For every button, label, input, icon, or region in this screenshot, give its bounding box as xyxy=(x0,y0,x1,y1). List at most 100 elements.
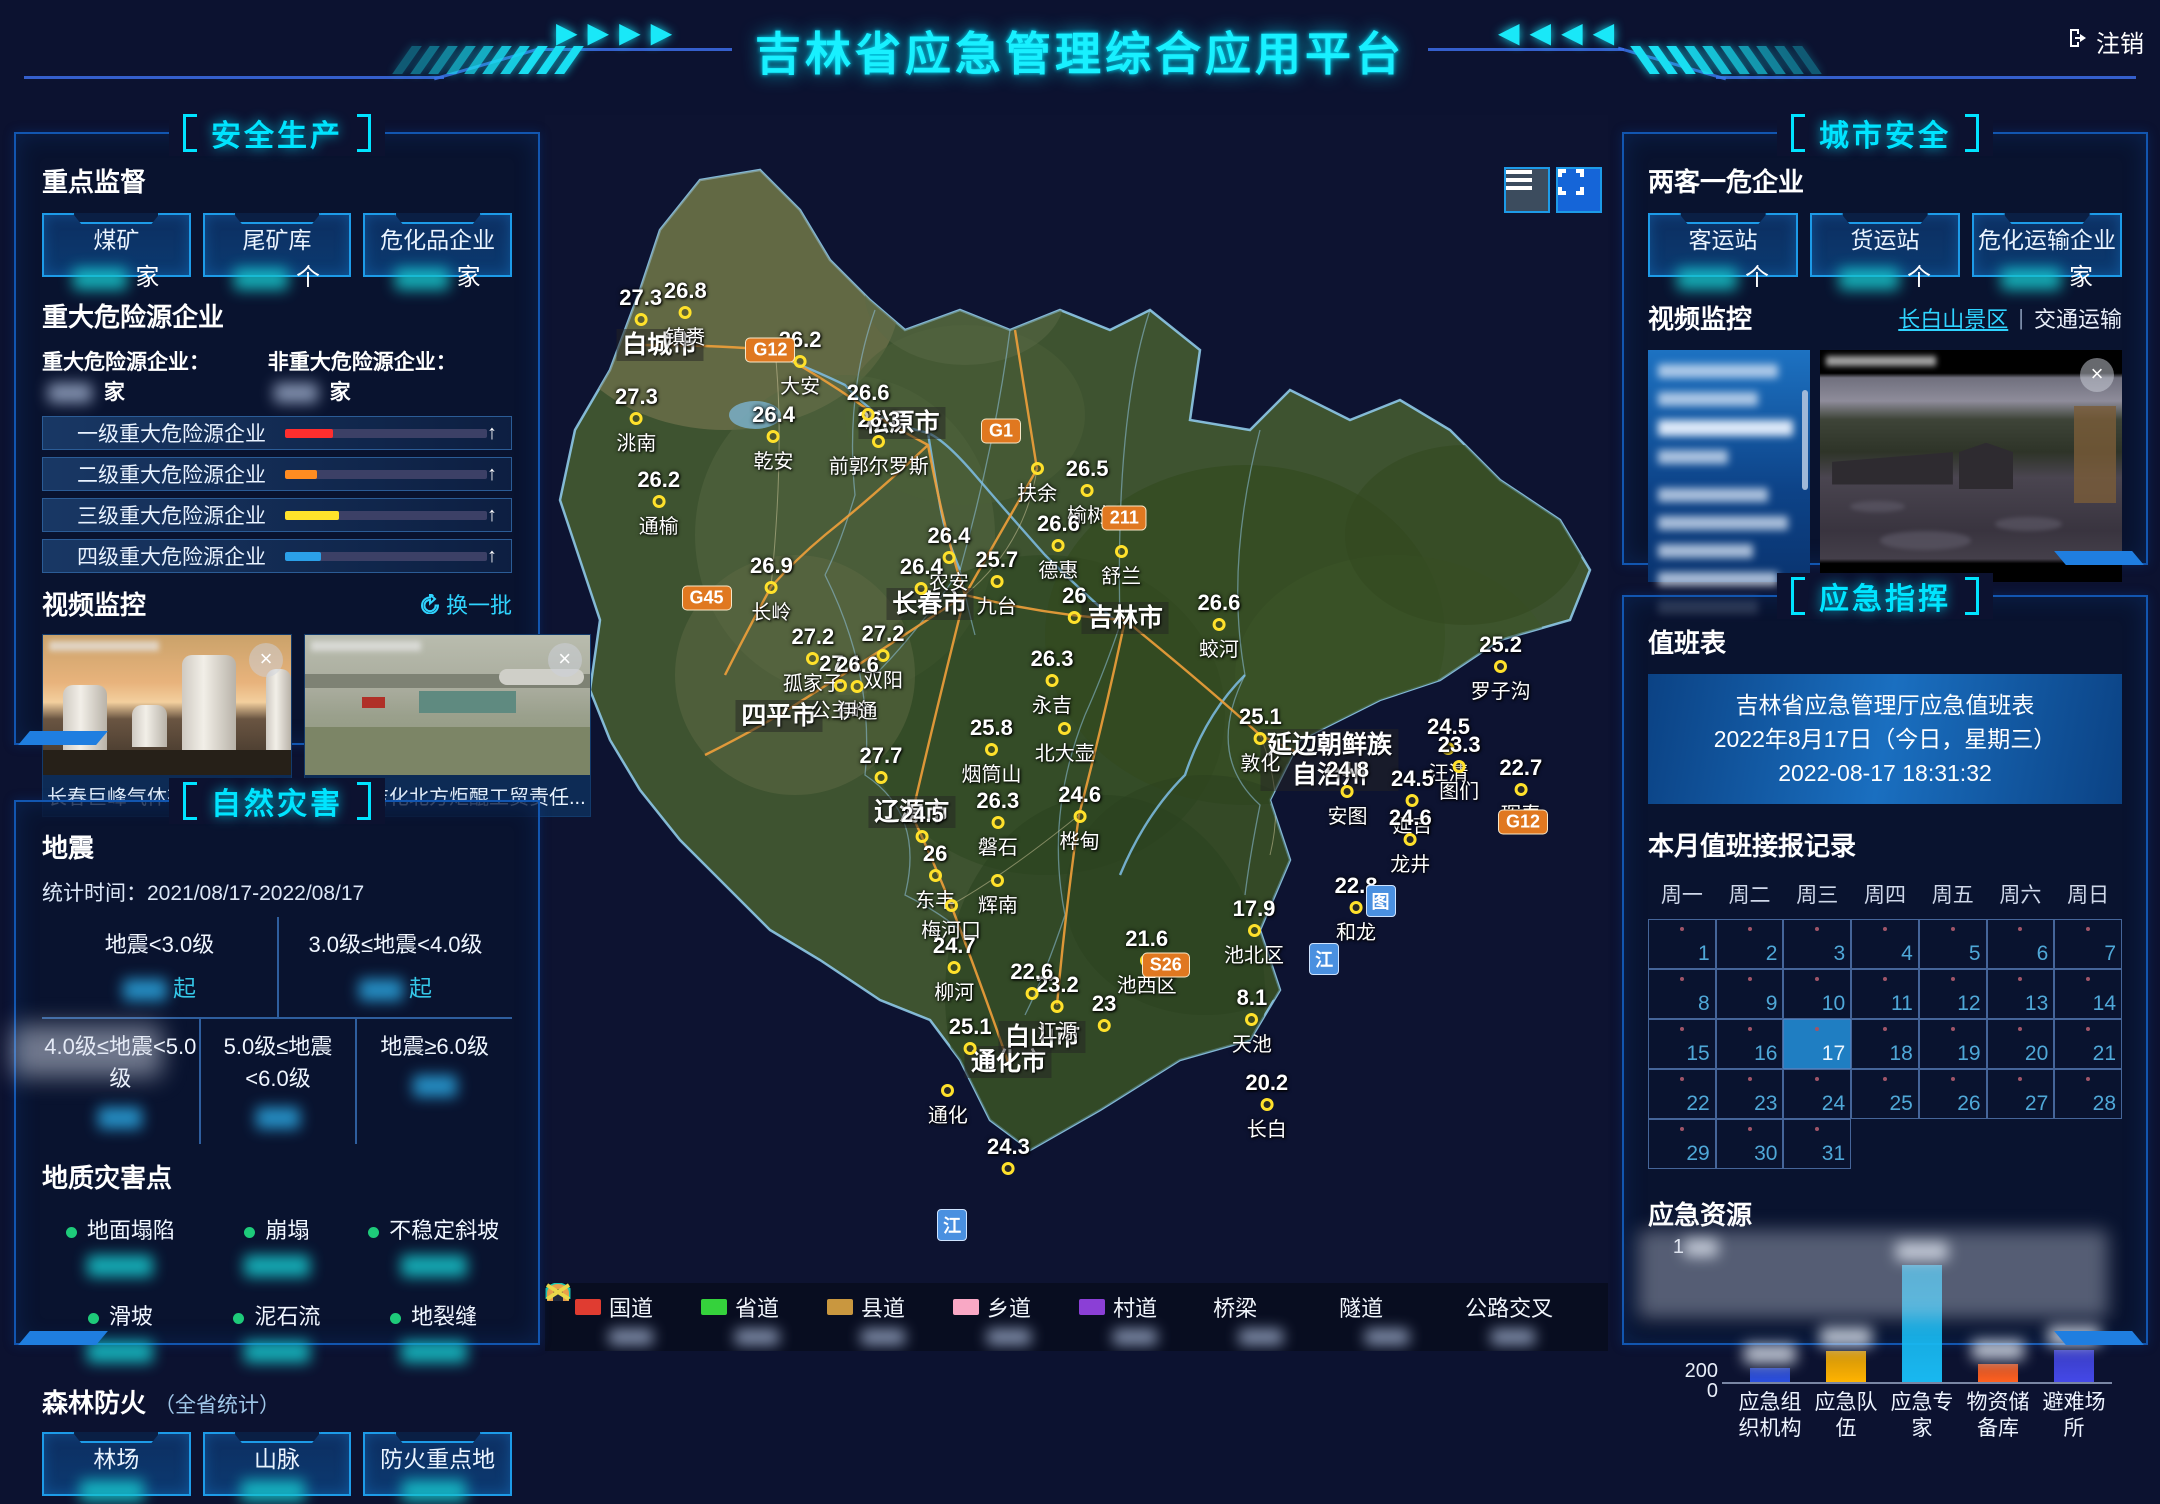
station-dot-icon[interactable] xyxy=(1260,1098,1273,1111)
legend-item-村道[interactable]: 村道 xyxy=(1079,1291,1157,1351)
station-dot-icon[interactable] xyxy=(1254,732,1267,745)
calendar-day[interactable]: 12 xyxy=(1919,969,1987,1019)
logout-button[interactable]: 注销 xyxy=(2066,24,2144,59)
station-dot-icon[interactable] xyxy=(1068,611,1081,624)
map-fullscreen-button[interactable] xyxy=(1556,167,1602,213)
city-stat-button[interactable]: 货运站个 xyxy=(1810,213,1960,277)
calendar-day[interactable]: 29 xyxy=(1648,1119,1716,1169)
video-tab-交通运输[interactable]: 交通运输 xyxy=(2034,302,2122,334)
calendar-day[interactable]: 20 xyxy=(1987,1019,2055,1069)
station-dot-icon[interactable] xyxy=(929,869,942,882)
station-dot-icon[interactable] xyxy=(1052,539,1065,552)
camera-list-item[interactable] xyxy=(1658,544,1753,558)
station-dot-icon[interactable] xyxy=(834,679,847,692)
station-dot-icon[interactable] xyxy=(1058,722,1071,735)
station-dot-icon[interactable] xyxy=(1051,1000,1064,1013)
calendar-day[interactable]: 1 xyxy=(1648,919,1716,969)
supervision-stat-button[interactable]: 尾矿库个 xyxy=(203,213,352,277)
city-stat-button[interactable]: 客运站个 xyxy=(1648,213,1798,277)
close-camera-button[interactable]: × xyxy=(249,643,283,677)
legend-item-国道[interactable]: 国道 xyxy=(575,1291,653,1351)
station-dot-icon[interactable] xyxy=(630,412,643,425)
station-dot-icon[interactable] xyxy=(1406,794,1419,807)
calendar-day[interactable]: 22 xyxy=(1648,1069,1716,1119)
calendar-day[interactable]: 28 xyxy=(2054,1069,2122,1119)
station-dot-icon[interactable] xyxy=(942,551,955,564)
station-dot-icon[interactable] xyxy=(767,430,780,443)
close-camera-button[interactable]: × xyxy=(548,643,582,677)
station-dot-icon[interactable] xyxy=(916,830,929,843)
station-dot-icon[interactable] xyxy=(1046,674,1059,687)
calendar-day[interactable]: 23 xyxy=(1716,1069,1784,1119)
calendar-day[interactable]: 10 xyxy=(1783,969,1851,1019)
station-dot-icon[interactable] xyxy=(806,652,819,665)
station-dot-icon[interactable] xyxy=(634,313,647,326)
calendar-day[interactable]: 9 xyxy=(1716,969,1784,1019)
station-dot-icon[interactable] xyxy=(985,743,998,756)
station-dot-icon[interactable] xyxy=(1031,462,1044,475)
camera-list[interactable] xyxy=(1648,350,1810,582)
close-camera-button[interactable]: × xyxy=(2080,358,2114,392)
station-dot-icon[interactable] xyxy=(877,649,890,662)
forest-stat-button[interactable]: 防火重点地 xyxy=(363,1432,512,1496)
station-dot-icon[interactable] xyxy=(794,355,807,368)
calendar-day[interactable]: 15 xyxy=(1648,1019,1716,1069)
calendar-day[interactable]: 14 xyxy=(2054,969,2122,1019)
calendar-day[interactable]: 3 xyxy=(1783,919,1851,969)
station-dot-icon[interactable] xyxy=(1453,760,1466,773)
camera-list-item[interactable] xyxy=(1658,572,1778,586)
station-dot-icon[interactable] xyxy=(1098,1019,1111,1032)
station-dot-icon[interactable] xyxy=(1350,901,1363,914)
calendar-day[interactable]: 18 xyxy=(1851,1019,1919,1069)
station-dot-icon[interactable] xyxy=(1081,484,1094,497)
forest-stat-button[interactable]: 林场 xyxy=(42,1432,191,1496)
station-dot-icon[interactable] xyxy=(990,575,1003,588)
station-dot-icon[interactable] xyxy=(851,680,864,693)
station-dot-icon[interactable] xyxy=(1245,1013,1258,1026)
station-dot-icon[interactable] xyxy=(1025,987,1038,1000)
legend-item-公路交叉[interactable]: 公路交叉 xyxy=(1457,1291,1553,1351)
supervision-stat-button[interactable]: 煤矿家 xyxy=(42,213,191,277)
station-dot-icon[interactable] xyxy=(1212,618,1225,631)
station-dot-icon[interactable] xyxy=(1073,810,1086,823)
station-dot-icon[interactable] xyxy=(945,899,958,912)
station-dot-icon[interactable] xyxy=(1002,1162,1015,1175)
calendar-day[interactable]: 17 xyxy=(1783,1019,1851,1069)
map-layers-button[interactable] xyxy=(1504,167,1550,213)
legend-item-省道[interactable]: 省道 xyxy=(701,1291,779,1351)
station-dot-icon[interactable] xyxy=(941,1084,954,1097)
calendar-day[interactable]: 16 xyxy=(1716,1019,1784,1069)
calendar-day[interactable]: 6 xyxy=(1987,919,2055,969)
calendar-day[interactable]: 2 xyxy=(1716,919,1784,969)
forest-stat-button[interactable]: 山脉 xyxy=(203,1432,352,1496)
station-dot-icon[interactable] xyxy=(765,581,778,594)
calendar-day[interactable]: 31 xyxy=(1783,1119,1851,1169)
legend-item-乡道[interactable]: 乡道 xyxy=(953,1291,1031,1351)
station-dot-icon[interactable] xyxy=(948,961,961,974)
camera-list-item[interactable] xyxy=(1658,516,1788,530)
supervision-stat-button[interactable]: 危化品企业家 xyxy=(363,213,512,277)
province-map[interactable]: 白城市松原市长春市吉林市四平市辽源市通化市白山市延边朝鲜族自治州 26.8镇赉2… xyxy=(545,115,1608,1351)
calendar-day[interactable]: 30 xyxy=(1716,1119,1784,1169)
legend-item-县道[interactable]: 县道 xyxy=(827,1291,905,1351)
station-dot-icon[interactable] xyxy=(1248,924,1261,937)
camera-list-item[interactable] xyxy=(1658,420,1793,436)
station-dot-icon[interactable] xyxy=(1404,833,1417,846)
legend-item-桥梁[interactable]: 桥梁 xyxy=(1205,1291,1283,1351)
calendar-day[interactable]: 4 xyxy=(1851,919,1919,969)
station-dot-icon[interactable] xyxy=(1494,660,1507,673)
calendar-day[interactable]: 25 xyxy=(1851,1069,1919,1119)
scrollbar-thumb[interactable] xyxy=(1802,390,1808,490)
camera-list-item[interactable] xyxy=(1658,450,1728,464)
calendar-day[interactable]: 24 xyxy=(1783,1069,1851,1119)
station-dot-icon[interactable] xyxy=(991,874,1004,887)
station-dot-icon[interactable] xyxy=(964,1042,977,1055)
station-dot-icon[interactable] xyxy=(1115,545,1128,558)
calendar-day[interactable]: 26 xyxy=(1919,1069,1987,1119)
station-dot-icon[interactable] xyxy=(679,306,692,319)
calendar-day[interactable]: 27 xyxy=(1987,1069,2055,1119)
calendar-day[interactable]: 13 xyxy=(1987,969,2055,1019)
camera-list-item[interactable] xyxy=(1658,364,1778,378)
station-dot-icon[interactable] xyxy=(1442,742,1455,755)
city-camera-view[interactable]: × xyxy=(1820,350,2122,582)
